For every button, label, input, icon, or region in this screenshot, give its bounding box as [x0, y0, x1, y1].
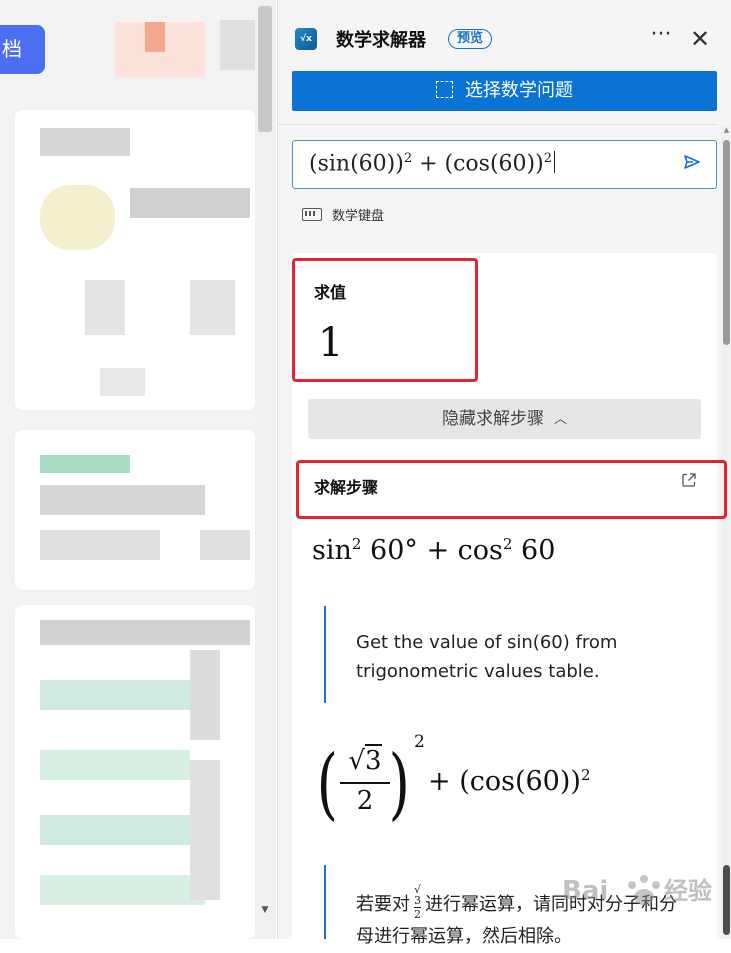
- blurred-text: [100, 368, 145, 396]
- blurred-row: [40, 680, 190, 710]
- send-icon[interactable]: [681, 153, 703, 175]
- scroll-down-arrow-icon[interactable]: ▼: [258, 905, 272, 921]
- blurred-text: [190, 280, 235, 335]
- step2-rest: + (cos(60))2: [428, 766, 590, 797]
- step1-sin: sin: [312, 535, 352, 566]
- blurred-text: [85, 280, 125, 335]
- blurred-row: [40, 875, 205, 905]
- more-options-button[interactable]: ···: [650, 24, 672, 52]
- input-expression-part2: (cos(60)): [444, 151, 544, 177]
- left-scrollbar-thumb[interactable]: [258, 6, 272, 132]
- input-exponent1: 2: [403, 151, 413, 166]
- blurred-text: [40, 485, 205, 515]
- sqrt-argument: 3: [365, 744, 382, 776]
- keyboard-icon: [302, 208, 322, 221]
- step1-explanation: Get the value of sin(60) from trigonomet…: [356, 632, 618, 682]
- blurred-row: [40, 815, 190, 845]
- left-scrollbar-track[interactable]: [257, 0, 275, 939]
- step1-middle: 60° + cos: [361, 535, 503, 566]
- step-explanation-bar: [324, 865, 326, 939]
- scroll-up-arrow-icon[interactable]: ▲: [721, 126, 731, 138]
- panel-header: √x 数学求解器 预览 ··· ✕: [278, 0, 731, 72]
- step2-rest-text: + (cos(60)): [428, 766, 581, 797]
- inline-fraction-den: 2: [414, 908, 421, 921]
- step-explanation-bar: [324, 606, 326, 703]
- step1-exponent-a: 2: [351, 535, 362, 553]
- blurred-header-block: [220, 20, 255, 70]
- select-math-problem-button[interactable]: 选择数学问题: [292, 71, 717, 111]
- header-divider: [278, 124, 718, 125]
- svg-text:Bai: Bai: [562, 876, 608, 906]
- preview-badge: 预览: [448, 29, 493, 49]
- blurred-text: [130, 188, 250, 218]
- select-math-problem-label: 选择数学问题: [465, 80, 573, 101]
- input-expression[interactable]: (sin(60))2 + (cos(60))2: [309, 151, 555, 176]
- blurred-text: [40, 620, 250, 645]
- hide-steps-label: 隐藏求解步骤: [441, 409, 544, 429]
- watermark-logo: Bai 经验: [560, 855, 730, 925]
- right-paren: ): [388, 739, 410, 829]
- fraction-bar: [340, 782, 390, 784]
- hide-steps-button[interactable]: 隐藏求解步骤 ︿: [308, 399, 701, 439]
- blurred-text: [40, 128, 130, 156]
- input-expression-part1: (sin(60)): [309, 151, 404, 177]
- step1-end: 60: [512, 535, 556, 566]
- blurred-header-block: [145, 22, 165, 52]
- step2-expression: ( √3 2 ) 2 + (cos(60))2: [316, 732, 636, 834]
- step2-rest-exponent: 2: [580, 766, 591, 784]
- math-solver-app-icon: √x: [295, 28, 317, 50]
- math-input-field[interactable]: (sin(60))2 + (cos(60))2: [292, 140, 717, 189]
- math-keyboard-label: 数学键盘: [332, 209, 385, 224]
- step2-explanation-pre: 若要对: [356, 894, 410, 915]
- app-title: 数学求解器: [336, 30, 426, 51]
- svg-text:经验: 经验: [664, 877, 712, 905]
- fraction-numerator: √3: [340, 744, 390, 780]
- inline-fraction-num: 3: [414, 894, 421, 907]
- fraction-denominator: 2: [356, 786, 374, 816]
- left-paren: (: [316, 739, 338, 829]
- close-button[interactable]: ✕: [689, 26, 711, 52]
- chevron-up-icon: ︿: [553, 412, 567, 427]
- blurred-row: [190, 650, 220, 740]
- math-keyboard-toggle[interactable]: 数学键盘: [302, 205, 384, 227]
- fraction-exponent: 2: [414, 732, 425, 752]
- text-caret: [554, 151, 555, 174]
- input-plus: +: [412, 151, 445, 177]
- blurred-row: [190, 760, 220, 900]
- steps-highlight-box: [296, 460, 727, 519]
- result-highlight-box: [292, 258, 478, 382]
- select-region-icon: [436, 81, 453, 98]
- inline-fraction: √ 3 2: [414, 883, 422, 921]
- blurred-text: [40, 530, 160, 560]
- sqrt3-over-2-fraction: √3 2: [340, 744, 390, 816]
- sqrt-sign: √: [348, 746, 366, 776]
- blurred-avatar: [40, 185, 115, 250]
- input-exponent2: 2: [543, 151, 552, 166]
- left-pane-button[interactable]: 档: [0, 25, 45, 74]
- blurred-text: [200, 530, 250, 560]
- panel-scrollbar-thumb[interactable]: [723, 140, 730, 345]
- step1-expression: sin2 60° + cos2 60: [312, 535, 555, 566]
- left-pane: 档 ▼: [0, 0, 276, 939]
- blurred-row: [40, 750, 190, 780]
- blurred-text: [40, 455, 130, 473]
